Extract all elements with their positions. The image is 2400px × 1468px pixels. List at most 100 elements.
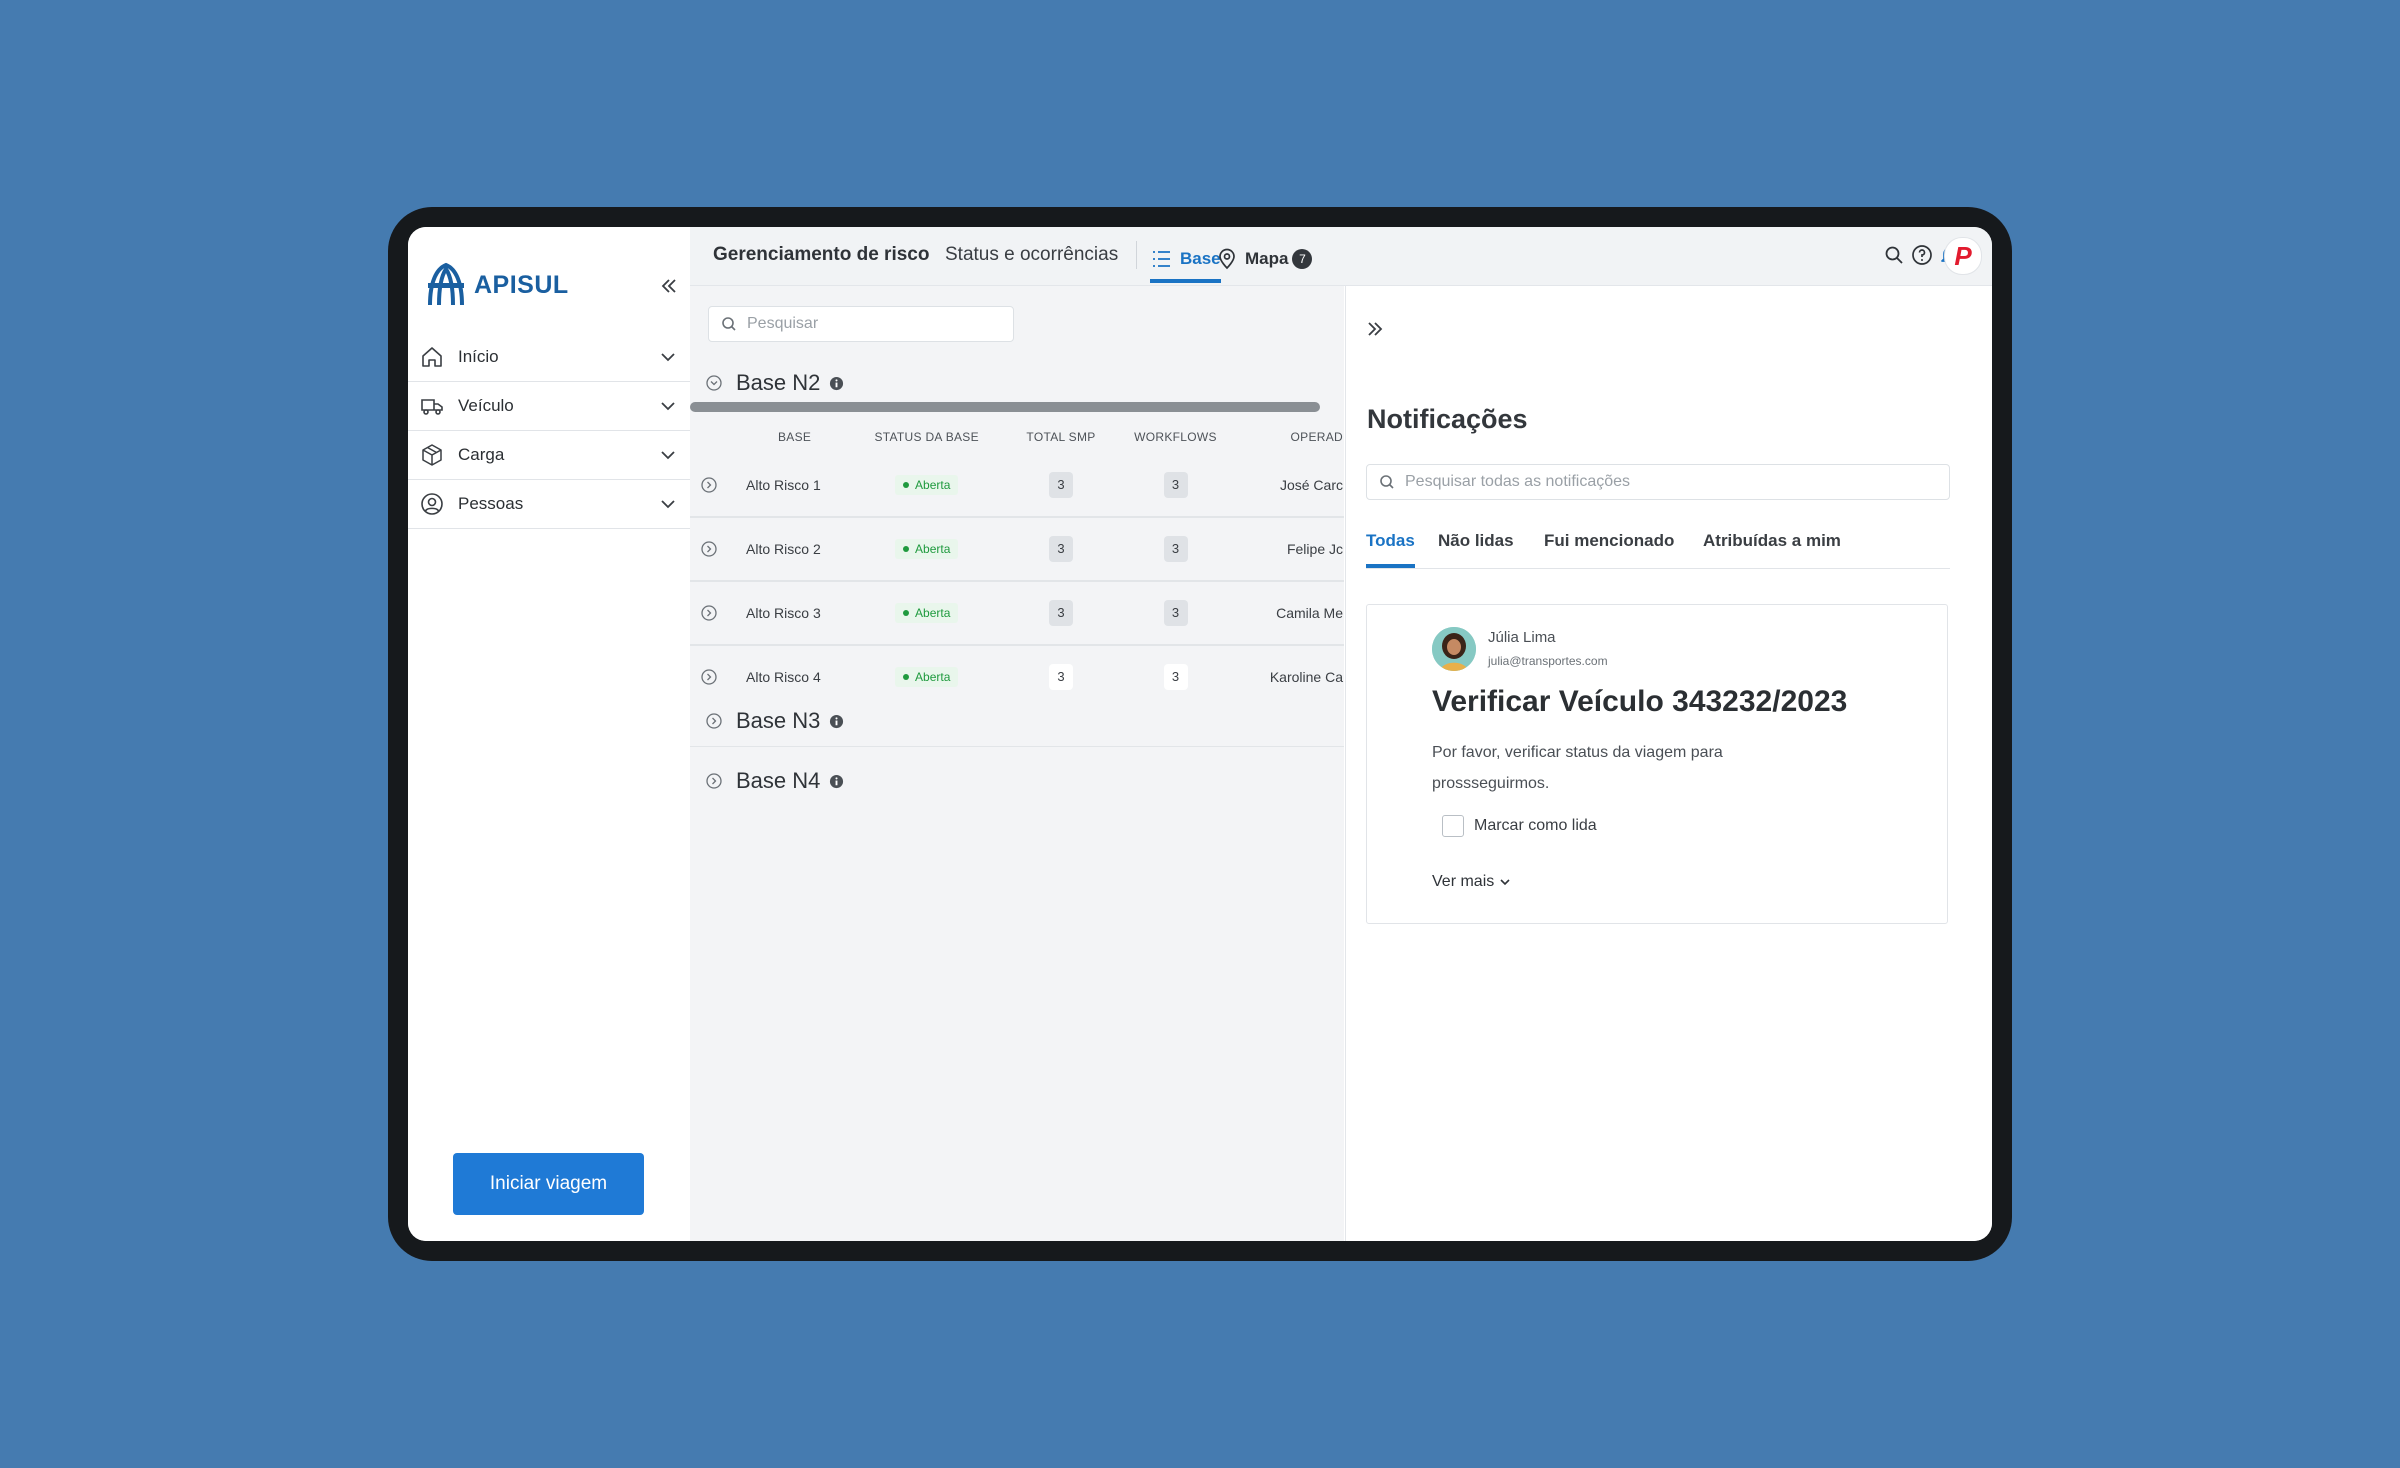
sidebar-item-label: Início [458,347,499,366]
operator-name: Karoline Ca [1238,644,1344,708]
status-text: Aberta [915,478,951,492]
table-header-spacer [690,420,745,454]
info-icon[interactable] [829,714,844,729]
tab-mapa[interactable]: Mapa 7 [1216,239,1313,279]
see-more-label: Ver mais [1432,873,1495,890]
tab-nao-lidas[interactable]: Não lidas [1438,524,1514,568]
status-badge: Aberta [895,667,959,687]
notification-title: Verificar Veículo 343232/2023 [1432,685,1848,718]
group-header-base-n2[interactable]: Base N2 [706,370,844,396]
apisul-logo-icon [428,262,464,306]
expand-circle-icon [706,713,722,729]
truck-icon [421,399,443,415]
sidebar-item-label: Veículo [458,396,514,415]
chevron-down-icon [661,451,675,460]
sidebar-item-inicio[interactable]: Início [408,333,690,382]
help-icon[interactable] [1910,243,1934,267]
base-name: Alto Risco 1 [746,477,821,493]
group-title: Base N4 [736,768,821,793]
user-circle-icon [421,493,443,515]
total-smp-value: 3 [1049,664,1073,690]
base-table: BASE STATUS DA BASE TOTAL SMP WORKFLOWS … [690,420,1344,708]
chevron-down-icon [661,500,675,509]
tab-atribuidas-a-mim[interactable]: Atribuídas a mim [1703,524,1841,568]
operator-name: José Carc [1279,477,1343,493]
start-trip-button[interactable]: Iniciar viagem [453,1153,644,1215]
home-icon [422,347,442,367]
notifications-panel: Notificações Todas Não lidas Fui mencion… [1345,286,1992,1241]
list-icon [1153,251,1170,267]
collapse-circle-icon [706,375,722,391]
user-avatar-logo[interactable]: P [1944,237,1982,275]
notification-card[interactable]: Júlia Lima julia@transportes.com Verific… [1366,604,1948,924]
search-input[interactable] [745,314,999,334]
table-row[interactable]: Alto Risco 3 Aberta 3 3 Camila Me [690,580,1344,645]
chevron-down-icon [661,402,675,411]
see-more-link[interactable]: Ver mais [1432,873,1512,891]
tablet-frame: APISUL Início Veículo Carga Pessoas Inic… [388,207,2012,1261]
operator-name: Camila Me [1238,580,1344,645]
notifications-search-field[interactable] [1366,464,1950,500]
status-dot [903,546,910,552]
mark-as-read-checkbox[interactable]: Marcar como lida [1432,815,1597,837]
status-text: Aberta [915,606,951,620]
tab-todas[interactable]: Todas [1366,524,1415,568]
avatar [1432,627,1476,671]
expand-row-icon[interactable] [701,669,717,685]
notifications-search-input[interactable] [1403,472,1927,492]
workflows-value: 3 [1163,600,1188,626]
expand-circle-icon [706,773,722,789]
tab-mapa-label: Mapa [1245,249,1289,268]
collapse-sidebar-icon[interactable] [658,275,680,297]
table-header-row: BASE STATUS DA BASE TOTAL SMP WORKFLOWS … [690,420,1344,454]
divider [690,746,1344,747]
status-text: Aberta [915,542,951,556]
search-icon [722,317,736,331]
table-header: BASE [777,430,812,444]
sidebar-item-carga[interactable]: Carga [408,431,690,480]
notifications-title: Notificações [1367,404,1528,434]
sidebar-item-label: Pessoas [458,494,524,513]
sidebar-nav: Início Veículo Carga Pessoas [408,333,690,529]
workflows-value: 3 [1163,472,1188,498]
top-bar: Gerenciamento de risco Status e ocorrênc… [690,227,1992,286]
sender-email: julia@transportes.com [1488,654,1608,668]
info-icon[interactable] [829,774,844,789]
status-dot [903,610,910,616]
table-header: TOTAL SMP [1026,430,1096,444]
expand-row-icon[interactable] [701,541,717,557]
logo-text: APISUL [474,270,569,299]
expand-row-icon[interactable] [701,477,717,493]
breadcrumb-status-link[interactable]: Status e ocorrências [945,244,1118,266]
group-title: Base N2 [736,370,821,395]
sidebar-item-pessoas[interactable]: Pessoas [408,480,690,529]
group-header-base-n4[interactable]: Base N4 [706,768,844,794]
expand-row-icon[interactable] [701,605,717,621]
status-badge: Aberta [895,539,959,559]
operator-name: Felipe Jc [1238,516,1344,581]
divider [1136,241,1137,269]
info-icon[interactable] [829,376,844,391]
sidebar: APISUL Início Veículo Carga Pessoas Inic… [408,227,691,1241]
apisul-logo: APISUL [422,261,569,309]
sender-name: Júlia Lima [1488,629,1556,646]
chevron-down-icon [1500,879,1510,886]
table-row[interactable]: Alto Risco 4 Aberta 3 3 Karoline Ca [690,644,1344,708]
search-icon[interactable] [1882,243,1906,267]
table-row[interactable]: Alto Risco 1 Aberta 3 3 José Carc [690,454,1344,517]
sidebar-item-veiculo[interactable]: Veículo [408,382,690,431]
close-panel-icon[interactable] [1364,318,1386,340]
app-screen: APISUL Início Veículo Carga Pessoas Inic… [408,227,1992,1241]
table-row[interactable]: Alto Risco 2 Aberta 3 3 Felipe Jc [690,516,1344,581]
user-logo-text: P [1954,240,1972,271]
checkbox-box[interactable] [1442,815,1464,837]
status-badge: Aberta [895,603,959,623]
tab-fui-mencionado[interactable]: Fui mencionado [1544,524,1674,568]
status-dot [903,482,910,488]
table-header: STATUS DA BASE [874,430,979,444]
horizontal-scrollbar[interactable] [690,402,1320,412]
search-field[interactable] [708,306,1014,342]
base-name: Alto Risco 2 [745,516,845,581]
tab-base[interactable]: Base [1150,239,1221,283]
group-header-base-n3[interactable]: Base N3 [706,708,844,734]
